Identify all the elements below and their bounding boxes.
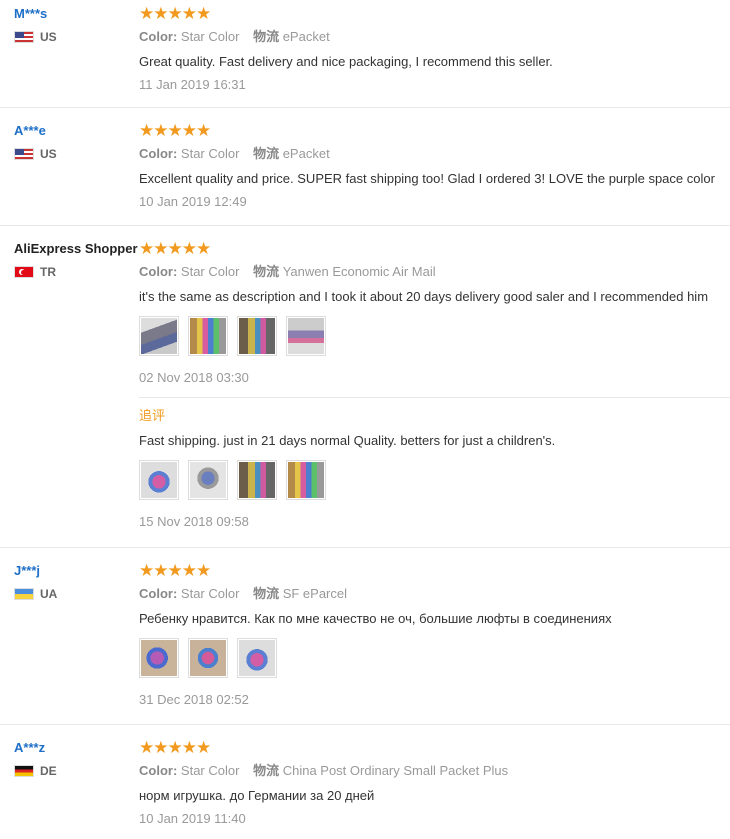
order-info: Color: Star Color 物流 China Post Ordinary… (139, 763, 730, 779)
order-info: Color: Star Color 物流 ePacket (139, 146, 730, 162)
review-text: Great quality. Fast delivery and nice pa… (139, 54, 553, 69)
order-info: Color: Star Color 物流 Yanwen Economic Air… (139, 264, 730, 280)
country-code: TR (40, 265, 56, 279)
reviewer-country: DE (14, 764, 139, 778)
color-value: Star Color (180, 29, 240, 44)
followup-date: 15 Nov 2018 09:58 (139, 514, 249, 529)
shipping-label: 物流 (253, 29, 280, 44)
review-item: J***j UA ★★★★★ Color: Star Color 物流 SF e… (0, 548, 730, 725)
review-content: ★★★★★ Color: Star Color 物流 ePacket Great… (139, 0, 730, 93)
country-code: US (40, 30, 57, 44)
review-photo-thumbnail[interactable] (188, 316, 228, 356)
color-value: Star Color (180, 586, 240, 601)
reviewer-name[interactable]: AliExpress Shopper (14, 241, 139, 257)
turkey-flag-icon (14, 266, 34, 278)
review-date: 10 Jan 2019 12:49 (139, 194, 247, 209)
review-text: it's the same as description and I took … (139, 289, 709, 304)
review-photo-thumbnail[interactable] (139, 460, 179, 500)
review-date: 10 Jan 2019 11:40 (139, 811, 246, 826)
review-date: 31 Dec 2018 02:52 (139, 692, 249, 707)
reviewer-info: AliExpress Shopper TR (14, 241, 139, 279)
shipping-value: ePacket (282, 29, 330, 44)
followup-title: 追评 (139, 408, 166, 423)
review-item: AliExpress Shopper TR ★★★★★ Color: Star … (0, 226, 730, 548)
color-label: Color: (139, 763, 178, 778)
star-rating: ★★★★★ (139, 561, 211, 580)
review-item: M***s US ★★★★★ Color: Star Color 物流 ePac… (0, 0, 730, 108)
star-rating: ★★★★★ (139, 4, 211, 23)
review-photo-thumbnail[interactable] (286, 316, 326, 356)
color-value: Star Color (180, 264, 240, 279)
color-value: Star Color (180, 763, 240, 778)
color-label: Color: (139, 586, 178, 601)
shipping-value: China Post Ordinary Small Packet Plus (282, 763, 509, 778)
reviewer-name[interactable]: A***z (14, 740, 139, 756)
color-label: Color: (139, 146, 178, 161)
review-photo-thumbnail[interactable] (237, 316, 277, 356)
reviewer-country: US (14, 30, 139, 44)
shipping-label: 物流 (253, 264, 280, 279)
germany-flag-icon (14, 765, 34, 777)
shipping-label: 物流 (253, 586, 280, 601)
star-rating: ★★★★★ (139, 239, 211, 258)
review-text: Ребенку нравится. Как по мне качество не… (139, 611, 612, 626)
color-label: Color: (139, 29, 178, 44)
followup-photos (139, 460, 730, 500)
review-item: A***e US ★★★★★ Color: Star Color 物流 ePac… (0, 108, 730, 226)
review-date: 02 Nov 2018 03:30 (139, 370, 249, 385)
review-photo-thumbnail[interactable] (188, 460, 228, 500)
order-info: Color: Star Color 物流 ePacket (139, 29, 730, 45)
review-content: ★★★★★ Color: Star Color 物流 China Post Or… (139, 725, 730, 827)
review-photo-thumbnail[interactable] (188, 638, 228, 678)
country-code: DE (40, 764, 57, 778)
ukraine-flag-icon (14, 588, 34, 600)
review-photos (139, 638, 730, 678)
color-value: Star Color (180, 146, 240, 161)
reviewer-info: A***z DE (14, 740, 139, 778)
color-label: Color: (139, 264, 178, 279)
star-rating: ★★★★★ (139, 121, 211, 140)
shipping-label: 物流 (253, 763, 280, 778)
shipping-value: ePacket (282, 146, 330, 161)
reviewer-country: US (14, 147, 139, 161)
shipping-value: SF eParcel (282, 586, 348, 601)
review-text: Excellent quality and price. SUPER fast … (139, 171, 715, 186)
review-photo-thumbnail[interactable] (139, 638, 179, 678)
review-text: норм игрушка. до Германии за 20 дней (139, 788, 375, 803)
reviewer-name[interactable]: J***j (14, 563, 139, 579)
followup-text: Fast shipping. just in 21 days normal Qu… (139, 433, 556, 448)
shipping-value: Yanwen Economic Air Mail (282, 264, 436, 279)
review-content: ★★★★★ Color: Star Color 物流 ePacket Excel… (139, 108, 730, 210)
country-code: UA (40, 587, 58, 601)
reviewer-info: J***j UA (14, 563, 139, 601)
review-item: A***z DE ★★★★★ Color: Star Color 物流 Chin… (0, 725, 730, 839)
us-flag-icon (14, 148, 34, 160)
order-info: Color: Star Color 物流 SF eParcel (139, 586, 730, 602)
review-photo-thumbnail[interactable] (237, 460, 277, 500)
followup-review: 追评 Fast shipping. just in 21 days normal… (139, 397, 730, 530)
reviewer-country: TR (14, 265, 139, 279)
review-content: ★★★★★ Color: Star Color 物流 SF eParcel Ре… (139, 548, 730, 708)
review-date: 11 Jan 2019 16:31 (139, 77, 246, 92)
us-flag-icon (14, 31, 34, 43)
review-photo-thumbnail[interactable] (286, 460, 326, 500)
review-photo-thumbnail[interactable] (237, 638, 277, 678)
country-code: US (40, 147, 57, 161)
reviewer-country: UA (14, 587, 139, 601)
reviewer-name[interactable]: A***e (14, 123, 139, 139)
review-content: ★★★★★ Color: Star Color 物流 Yanwen Econom… (139, 226, 730, 530)
reviewer-name[interactable]: M***s (14, 6, 139, 22)
reviewer-info: A***e US (14, 123, 139, 161)
reviewer-info: M***s US (14, 6, 139, 44)
review-photo-thumbnail[interactable] (139, 316, 179, 356)
shipping-label: 物流 (253, 146, 280, 161)
review-photos (139, 316, 730, 356)
star-rating: ★★★★★ (139, 738, 211, 757)
